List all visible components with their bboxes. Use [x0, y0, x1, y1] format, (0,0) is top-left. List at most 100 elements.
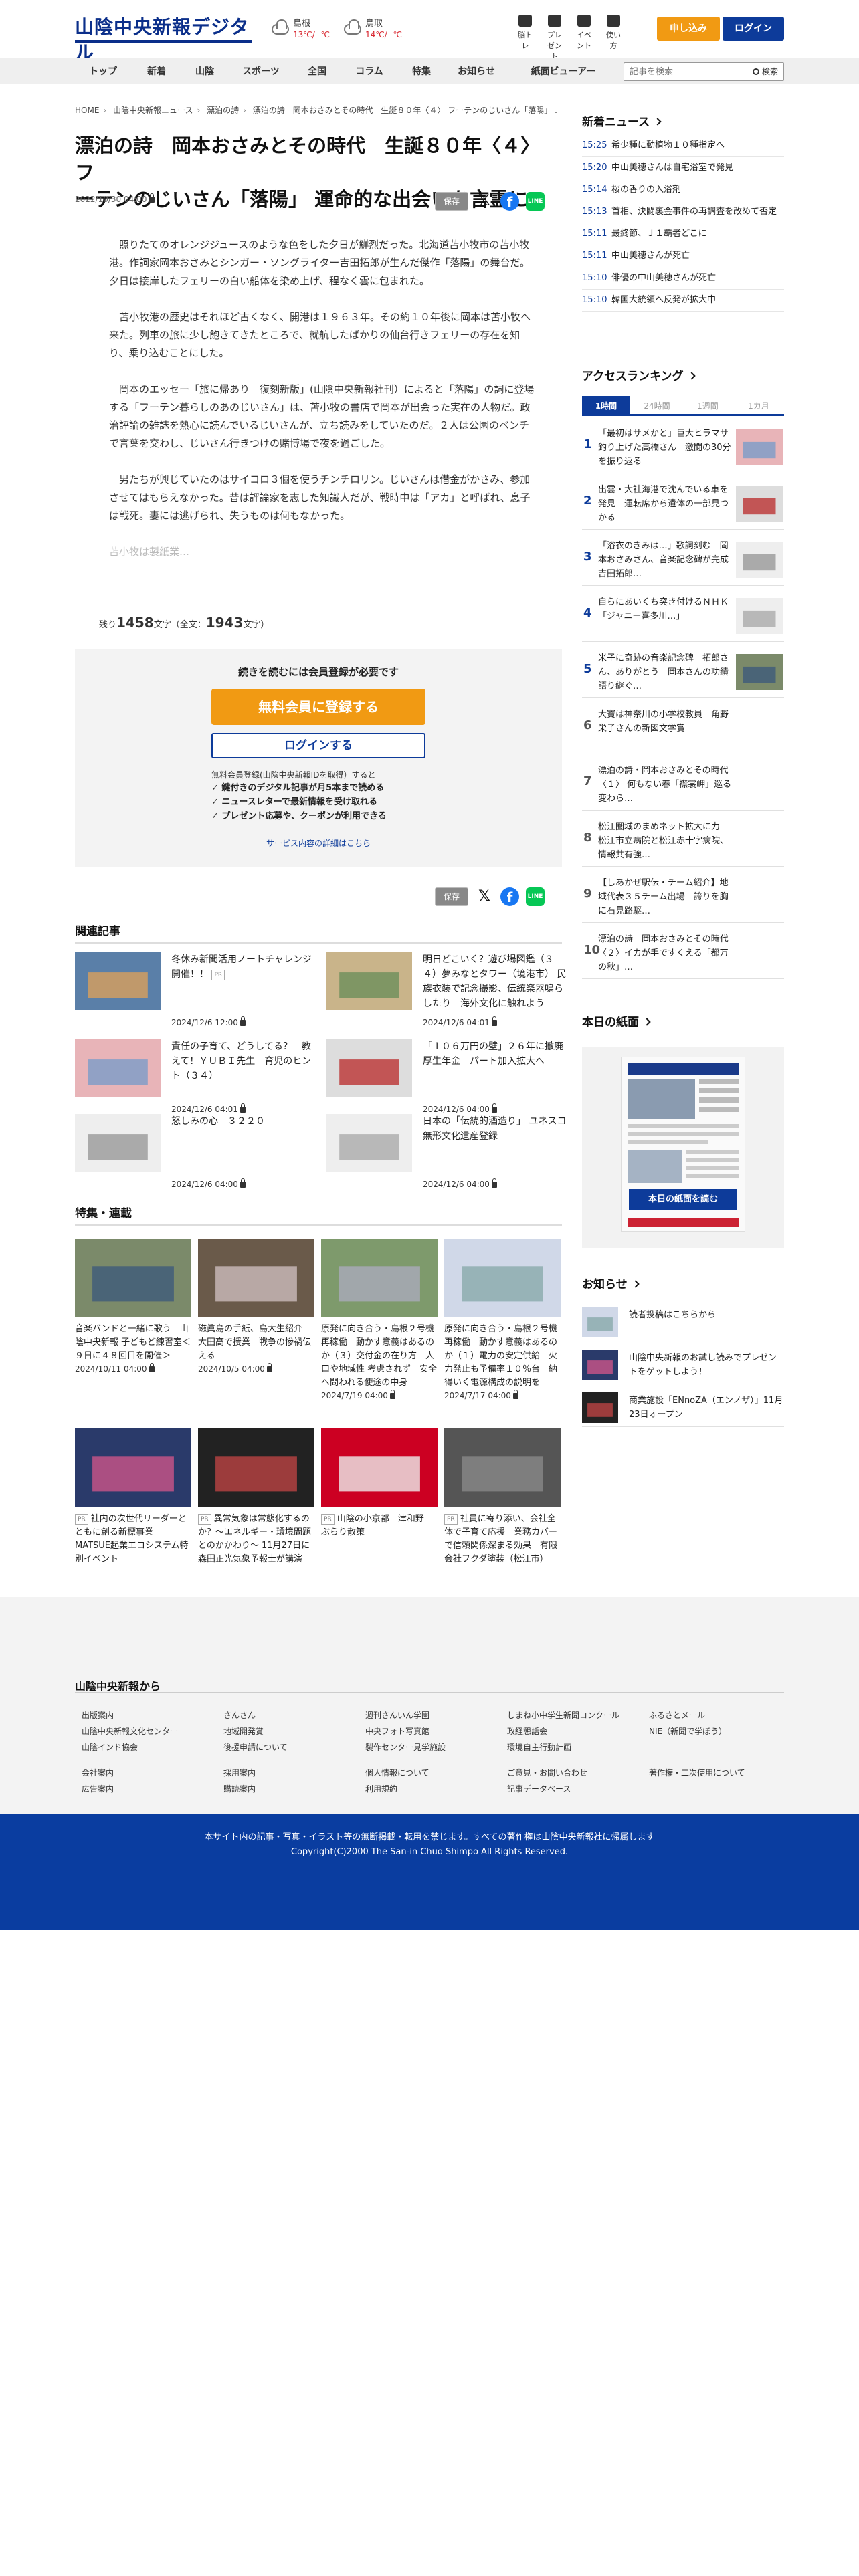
footer-link[interactable]: 個人情報について: [365, 1767, 430, 1778]
ranking-item[interactable]: 7 漂泊の詩・岡本おさみとその時代〈１〉 何もない春「襟裳岬」巡る 変わら…: [582, 758, 784, 811]
nav-sports[interactable]: スポーツ: [235, 58, 286, 85]
facebook-share-icon[interactable]: f: [500, 887, 519, 906]
footer-link[interactable]: 山陰中央新報文化センター: [82, 1725, 178, 1737]
ranking-heading[interactable]: アクセスランキング: [582, 366, 696, 383]
nav-top[interactable]: トップ: [84, 58, 122, 85]
news-item[interactable]: 15:20 中山美穂さんは自宅浴室で発見: [582, 157, 784, 179]
nav-feature[interactable]: 特集: [401, 58, 442, 85]
facebook-share-icon[interactable]: f: [500, 192, 519, 211]
news-item[interactable]: 15:11 最終節、Ｊ１覇者どこに: [582, 223, 784, 245]
paper-heading[interactable]: 本日の紙面: [582, 1012, 651, 1029]
series-article[interactable]: PR 社内の次世代リーダーとともに創る新標事業 MATSUE起業エコシステム特別イ…: [75, 1428, 191, 1566]
weather-tottori[interactable]: 鳥取 14℃/--℃: [344, 17, 402, 41]
series-article[interactable]: 磁眞島の手紙、島大生紹介 大田高で授業 戦争の惨禍伝える 2024/10/5 04…: [198, 1239, 314, 1374]
footer-link[interactable]: ご意見・お問い合わせ: [507, 1767, 587, 1778]
footer-link[interactable]: 著作権・二次使用について: [649, 1767, 745, 1778]
present-link[interactable]: プレゼント: [545, 15, 565, 62]
related-article[interactable]: 明日どこいく？遊び場図鑑（３４）夢みなとタワー（境港市） 民族衣装で記念撮影、伝…: [326, 952, 571, 1027]
ranking-item[interactable]: 5 米子に奇跡の音楽記念碑 拓郎さん、ありがとう 岡本さんの功績語り継ぐ…: [582, 646, 784, 698]
footer-link[interactable]: 政経懇話会: [507, 1725, 547, 1737]
search-input[interactable]: [624, 63, 738, 80]
series-article[interactable]: PR 異常気象は常態化するのか？～エネルギー・環境問題とのかかわり～ 11月27日…: [198, 1428, 314, 1566]
service-details-link[interactable]: サービス内容の詳細はこちら: [75, 837, 562, 849]
news-item[interactable]: 15:10 俳優の中山美穂さんが死亡: [582, 267, 784, 290]
ranking-item[interactable]: 1 「最初はサメかと」巨大ヒラマサ釣り上げた高橋さん 激闘の30分を振り返る: [582, 421, 784, 473]
footer-link[interactable]: しまね小中学生新聞コンクール: [507, 1709, 619, 1721]
ranking-item[interactable]: 4 自らにあいくち突き付けるＮＨＫ「ジャニー喜多川…」: [582, 590, 784, 642]
related-article[interactable]: 「１０６万円の壁」２６年に撤廃 厚生年金 パート加入拡大へ 2024/12/6 0…: [326, 1039, 573, 1114]
series-article[interactable]: 音楽バンドと一緒に歌う 山陰中央新報 子どもど練習室＜９日に４８回目を開催＞ 20…: [75, 1239, 191, 1374]
series-article[interactable]: PR 山陰の小京都 津和野 ぶらり散策: [321, 1428, 438, 1539]
breadcrumb-home[interactable]: HOME: [75, 106, 99, 115]
footer-link[interactable]: 採用案内: [223, 1767, 256, 1778]
search-button[interactable]: 検索: [752, 66, 778, 77]
related-article[interactable]: 日本の「伝統的酒造り」 ユネスコ 無形文化遺産登録 2024/12/6 04:00: [326, 1114, 571, 1189]
tab-24h[interactable]: 24時間: [633, 396, 681, 416]
footer-link[interactable]: さんさん: [223, 1709, 256, 1721]
save-button[interactable]: 保存: [435, 192, 468, 211]
event-link[interactable]: イベント: [574, 15, 594, 62]
footer-link[interactable]: 製作センター見学施設: [365, 1741, 446, 1753]
nav-new[interactable]: 新着: [138, 58, 175, 85]
ranking-item[interactable]: 8 松江圏域のまめネット拡大に力 松江市立病院と松江赤十字病院、情報共有強…: [582, 815, 784, 867]
oshirase-item[interactable]: 山陰中央新報のお試し読みでプレゼントをゲットしよう！: [582, 1347, 784, 1384]
nav-column[interactable]: コラム: [348, 58, 391, 85]
read-paper-button[interactable]: 本日の紙面を読む: [629, 1189, 737, 1210]
tab-1m[interactable]: 1カ月: [735, 396, 783, 416]
news-item[interactable]: 15:14 桜の香りの入浴剤: [582, 179, 784, 201]
news-item[interactable]: 15:11 中山美穂さんが死亡: [582, 245, 784, 267]
nav-national[interactable]: 全国: [298, 58, 336, 85]
footer-link[interactable]: 会社案内: [82, 1767, 114, 1778]
series-article[interactable]: 原発に向き合う・島根２号機再稼働 動かす意義はあるのか（１）電力の安定供給 火力…: [444, 1239, 561, 1400]
footer-link[interactable]: 後援申請について: [223, 1741, 288, 1753]
help-link[interactable]: 使い方: [603, 15, 624, 62]
related-article[interactable]: 怒しみの心 ３２２０ 2024/12/6 04:00: [75, 1114, 319, 1189]
line-share-icon[interactable]: LINE: [526, 192, 545, 211]
series-article[interactable]: PR 社員に寄り添い、会社全体で子育て応援 業務カバーで信頼関係深まる効果 有限会…: [444, 1428, 561, 1566]
save-button[interactable]: 保存: [435, 887, 468, 906]
news-item[interactable]: 15:25 希少種に動植物１０種指定へ: [582, 135, 784, 157]
footer-link[interactable]: 利用規約: [365, 1783, 397, 1794]
series-article[interactable]: 原発に向き合う・島根２号機再稼働 動かす意義はあるのか（３）交付金の在り方 人口…: [321, 1239, 438, 1400]
weather-shimane[interactable]: 島根 13℃/--℃: [272, 17, 330, 41]
register-button[interactable]: 無料会員に登録する: [211, 689, 425, 725]
x-share-icon[interactable]: 𝕏: [475, 192, 494, 211]
news-item[interactable]: 15:10 韓国大統領へ反発が拡大中: [582, 290, 784, 312]
breadcrumb-series[interactable]: 漂泊の詩: [207, 106, 239, 115]
site-logo[interactable]: 山陰中央新報デジタル: [75, 15, 252, 64]
news-item[interactable]: 15:13 首相、決闘裏金事件の再調査を改めて否定: [582, 201, 784, 223]
related-article[interactable]: 冬休み新聞活用ノートチャレンジ開催！！ PR 2024/12/6 12:00: [75, 952, 319, 1027]
line-share-icon[interactable]: LINE: [526, 887, 545, 906]
breadcrumb-news[interactable]: 山陰中央新報ニュース: [113, 106, 193, 115]
nav-sanin[interactable]: 山陰: [186, 58, 223, 85]
footer-link[interactable]: 広告案内: [82, 1783, 114, 1794]
footer-link[interactable]: 地域開発賞: [223, 1725, 264, 1737]
ranking-item[interactable]: 3 「浴衣のきみは…」歌詞刻む 岡本おさみさん、音楽記念碑が完成 吉田拓郎…: [582, 534, 784, 586]
oshirase-heading[interactable]: お知らせ: [582, 1275, 640, 1291]
footer-link[interactable]: 環境自主行動計画: [507, 1741, 571, 1753]
footer-link[interactable]: 週刊さんいん学園: [365, 1709, 430, 1721]
nav-notice[interactable]: お知らせ: [452, 58, 500, 85]
ranking-item[interactable]: 2 出雲・大社海港で沈んでいる車を発見 運転席から遺体の一部見つかる: [582, 477, 784, 530]
footer-link[interactable]: 記事データベース: [507, 1783, 571, 1794]
paywall-login-button[interactable]: ログインする: [211, 733, 425, 758]
related-article[interactable]: 責任の子育て、どうしてる？ 教えて！ＹＵＢＩ先生 育児のヒント（３４） 2024/…: [75, 1039, 319, 1114]
footer-link[interactable]: 山陰インド協会: [82, 1741, 138, 1753]
footer-link[interactable]: NIE（新聞で学ぼう）: [649, 1725, 727, 1737]
ranking-item[interactable]: 6 大寶は神奈川の小学校教員 角野栄子さんの新図文学賞: [582, 702, 784, 754]
footer-link[interactable]: 出版案内: [82, 1709, 114, 1721]
tab-1w[interactable]: 1週間: [684, 396, 732, 416]
x-share-icon[interactable]: 𝕏: [475, 887, 494, 906]
subscribe-button[interactable]: 申し込み: [657, 17, 720, 41]
footer-link[interactable]: 購読案内: [223, 1783, 256, 1794]
login-button[interactable]: ログイン: [723, 17, 784, 41]
footer-link[interactable]: 中央フォト写真館: [365, 1725, 430, 1737]
news-heading[interactable]: 新着ニュース: [582, 112, 662, 129]
oshirase-item[interactable]: 商業施設「ENnoZA（エンノザ）」11月23日オープン: [582, 1390, 784, 1427]
nav-paper-viewer[interactable]: 紙面ビューアー: [523, 58, 603, 85]
ranking-item[interactable]: 10 漂泊の詩 岡本おさみとその時代〈２〉イカが手ですくえる「都万の秋」…: [582, 927, 784, 979]
tab-1h[interactable]: 1時間: [582, 396, 630, 416]
footer-link[interactable]: ふるさとメール: [649, 1709, 705, 1721]
brain-training-link[interactable]: 脳トレ: [515, 15, 535, 62]
ranking-item[interactable]: 9 【しあかぜ駅伝・チーム紹介】地域代表３５チーム出場 誇りを胸に石見路駆…: [582, 871, 784, 923]
